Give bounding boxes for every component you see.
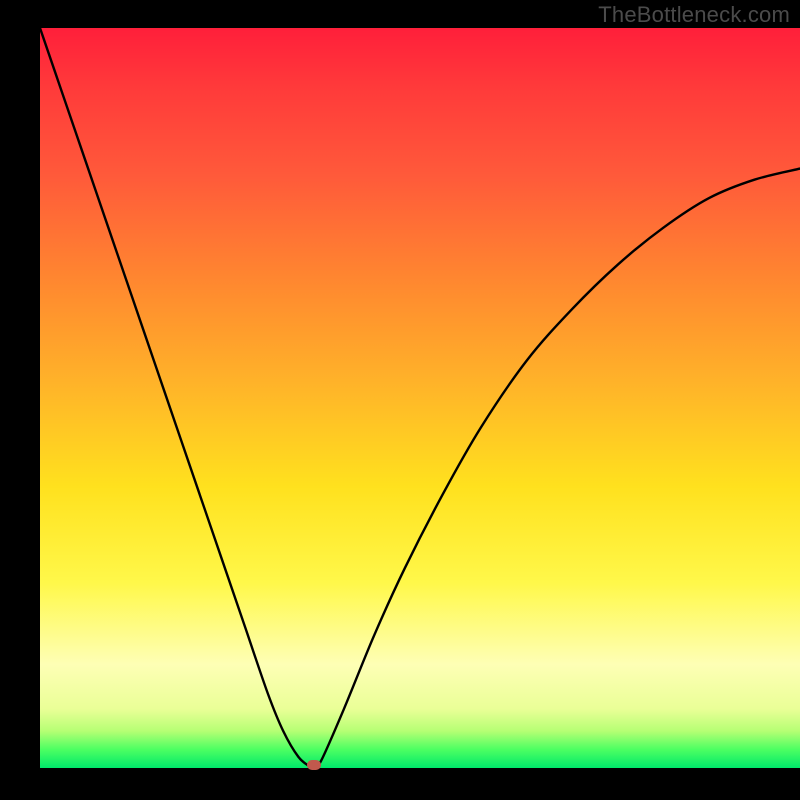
chart-frame: TheBottleneck.com bbox=[0, 0, 800, 800]
watermark-label: TheBottleneck.com bbox=[598, 2, 790, 28]
bottleneck-curve bbox=[40, 28, 800, 768]
curve-path bbox=[40, 28, 800, 768]
plot-area bbox=[40, 28, 800, 768]
minimum-marker bbox=[307, 760, 321, 770]
